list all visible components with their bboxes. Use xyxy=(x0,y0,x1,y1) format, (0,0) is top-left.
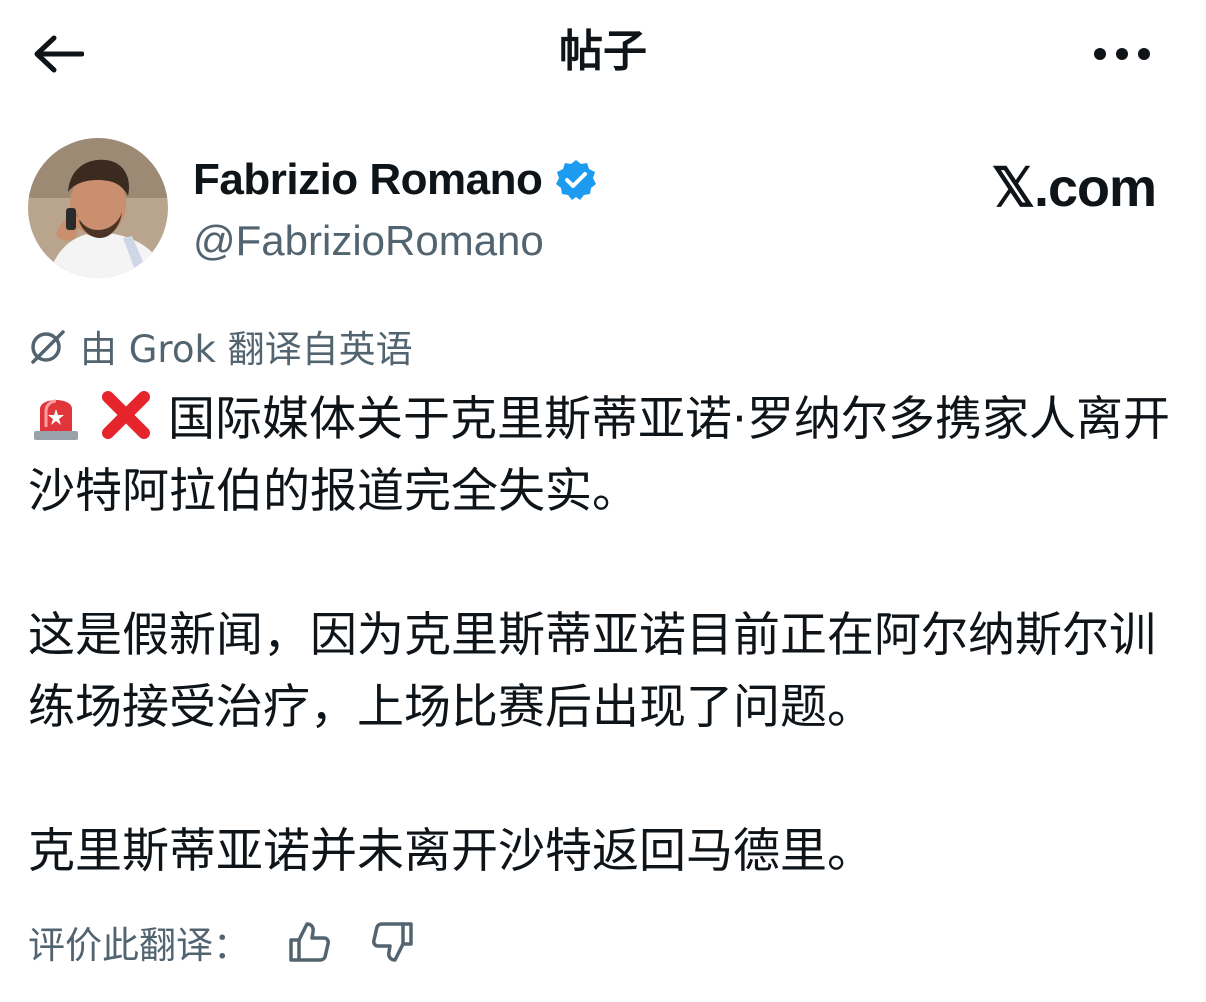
tweet-paragraph-3: 克里斯蒂亚诺并未离开沙特返回马德里。 xyxy=(28,824,874,879)
more-horizontal-icon xyxy=(1094,48,1150,60)
tweet-paragraph-1: 国际媒体关于克里斯蒂亚诺·罗纳尔多携家人离开沙特阿拉伯的报道完全失实。 xyxy=(28,384,1178,528)
tweet-paragraph-1-text: 国际媒体关于克里斯蒂亚诺·罗纳尔多携家人离开沙特阿拉伯的报道完全失实。 xyxy=(28,392,1170,519)
top-bar: 帖子 xyxy=(0,0,1206,104)
cross-mark-emoji xyxy=(102,391,150,439)
translation-label-text: 由 Grok 翻译自英语 xyxy=(80,328,413,371)
tweet-paragraph-2: 这是假新闻，因为克里斯蒂亚诺目前正在阿尔纳斯尔训练场接受治疗，上场比赛后出现了问… xyxy=(28,608,1156,735)
translation-label: 由 Grok 翻译自英语 xyxy=(28,320,413,372)
thumbs-down-icon xyxy=(372,922,413,962)
rate-translation-label: 评价此翻译： xyxy=(28,924,250,967)
grok-icon xyxy=(31,330,65,364)
tweet-text: 国际媒体关于克里斯蒂亚诺·罗纳尔多携家人离开沙特阿拉伯的报道完全失实。 这是假新… xyxy=(28,384,1178,888)
author-header: Fabrizio Romano @FabrizioRomano 𝕏.com xyxy=(28,138,1178,280)
rate-translation-row: 评价此翻译： xyxy=(28,912,418,972)
source-watermark: 𝕏.com xyxy=(991,158,1157,218)
avatar-photo xyxy=(28,138,168,278)
back-button[interactable] xyxy=(30,26,86,82)
more-options-button[interactable] xyxy=(1086,30,1158,78)
thumbs-up-icon xyxy=(289,922,330,962)
user-handle[interactable]: @FabrizioRomano xyxy=(193,214,544,268)
display-name[interactable]: Fabrizio Romano xyxy=(193,155,543,205)
arrow-left-icon xyxy=(34,35,84,73)
avatar[interactable] xyxy=(28,138,168,278)
thumbs-down-button[interactable] xyxy=(368,917,418,967)
verified-badge-icon xyxy=(556,160,597,200)
name-line: Fabrizio Romano xyxy=(193,152,598,208)
page-title: 帖子 xyxy=(559,26,647,77)
police-light-emoji xyxy=(34,399,78,440)
thumbs-up-button[interactable] xyxy=(284,917,334,967)
